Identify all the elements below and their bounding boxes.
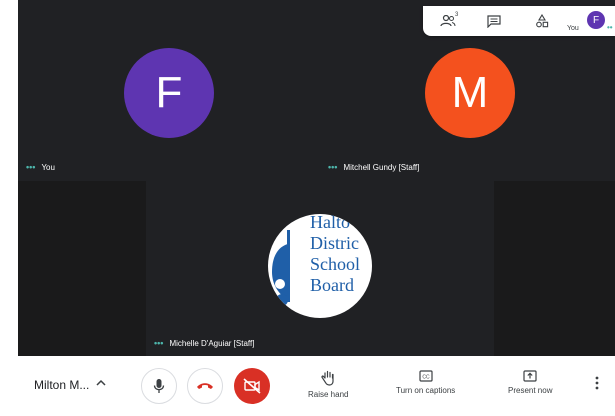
captions-icon: CC (419, 370, 433, 382)
name-tag-mitchell: ••• Mitchell Gundy [Staff] (328, 162, 419, 172)
present-now-button[interactable]: Present now (508, 370, 552, 395)
microphone-icon (153, 379, 165, 393)
more-options-icon[interactable] (595, 376, 599, 393)
microphone-button[interactable] (141, 368, 177, 404)
audio-indicator-icon: ••• (26, 162, 36, 172)
hand-icon (321, 370, 334, 386)
name-tag-michelle: ••• Michelle D'Aguiar [Staff] (154, 338, 254, 348)
participant-name: You (41, 162, 55, 172)
self-audio-indicator-icon: •• (607, 23, 613, 32)
bottom-control-bar: Milton M... Raise hand CC Turn on captio… (18, 356, 615, 416)
meeting-details-name[interactable]: Milton M... (34, 378, 89, 392)
audio-indicator-icon: ••• (154, 338, 164, 348)
participant-name: Mitchell Gundy [Staff] (343, 162, 420, 172)
logo-line: Board (310, 275, 354, 295)
present-icon (523, 370, 537, 382)
name-tag-you: ••• You (26, 162, 55, 172)
self-label: You (567, 25, 579, 32)
participant-tile-michelle[interactable]: Halto Distric School Board ••• Michelle … (146, 181, 494, 356)
captions-label: Turn on captions (396, 386, 456, 395)
raise-hand-button[interactable]: Raise hand (308, 370, 348, 399)
logo-line: School (310, 254, 361, 274)
camera-off-icon (243, 378, 261, 394)
self-avatar[interactable]: F (587, 11, 605, 29)
captions-button[interactable]: CC Turn on captions (396, 370, 455, 395)
audio-indicator-icon: ••• (328, 162, 338, 172)
chat-icon[interactable] (485, 13, 503, 29)
people-count-badge: 3 (455, 12, 459, 18)
activities-icon[interactable] (533, 13, 551, 29)
chevron-up-icon[interactable] (96, 378, 106, 391)
logo-line: Distric (310, 233, 359, 253)
camera-toggle-button[interactable] (234, 368, 270, 404)
page-left-edge (0, 0, 18, 416)
hang-up-icon (197, 383, 213, 389)
top-right-panel: 3 You F •• (423, 6, 615, 36)
raise-hand-label: Raise hand (308, 390, 349, 399)
end-call-button[interactable] (187, 368, 223, 404)
logo-line: Halto (310, 214, 350, 232)
video-grid: F ••• You M ••• Mitchell Gundy [Staff] H… (18, 0, 615, 356)
avatar-you: F (124, 48, 214, 138)
avatar-mitchell: M (425, 48, 515, 138)
participant-name: Michelle D'Aguiar [Staff] (169, 338, 255, 348)
participant-tile-you[interactable]: F ••• You (18, 0, 316, 181)
empty-area-left (18, 181, 146, 356)
present-now-label: Present now (508, 386, 553, 395)
school-board-logo: Halto Distric School Board (268, 214, 372, 318)
svg-text:CC: CC (422, 374, 430, 380)
empty-area-right (494, 181, 615, 356)
